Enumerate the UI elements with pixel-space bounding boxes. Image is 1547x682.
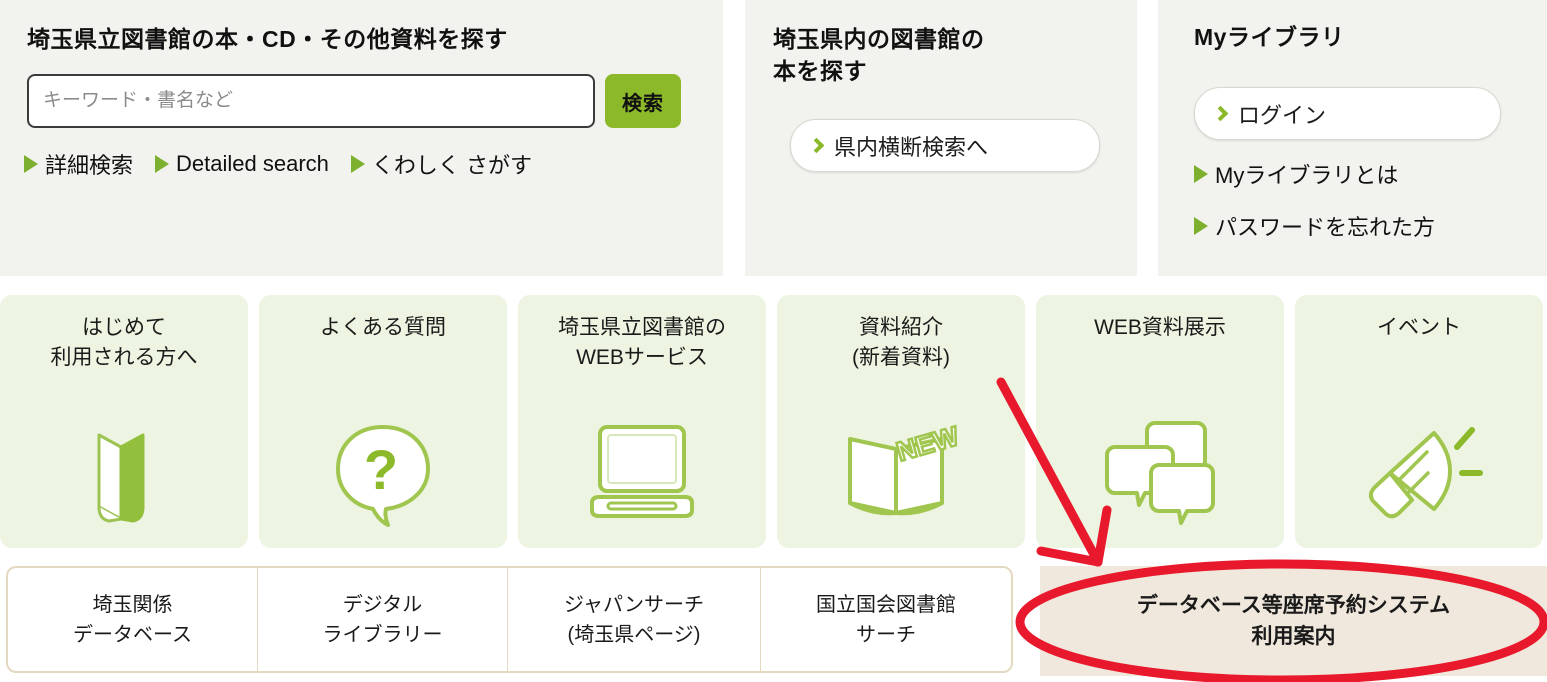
link-detailed-search-ja[interactable]: 詳細検索 (24, 148, 133, 180)
link-label: パスワードを忘れた方 (1215, 215, 1436, 240)
link-easy-search[interactable]: くわしく さがす (350, 148, 533, 180)
service-cards-row: はじめて 利用される方へ よくある質問 ? 埼玉県立図書館の WEBサービス 資… (0, 295, 1547, 548)
search-panel: 埼玉県立図書館の本・CD・その他資料を探す 検索 詳細検索 Detailed s… (0, 0, 723, 276)
search-button[interactable]: 検索 (605, 74, 681, 128)
link-label: Detailed search (176, 151, 329, 176)
link-what-is-mylibrary[interactable]: Myライブラリとは (1194, 158, 1435, 190)
button-label: ログイン (1238, 102, 1327, 128)
external-links-row: 埼玉関係 データベース デジタル ライブラリー ジャパンサーチ (埼玉県ページ)… (0, 566, 1547, 678)
link-saitama-database[interactable]: 埼玉関係 データベース (6, 566, 258, 673)
chevron-right-icon (808, 137, 825, 154)
card-web-service[interactable]: 埼玉県立図書館の WEBサービス (518, 295, 766, 548)
card-faq[interactable]: よくある質問 ? (259, 295, 507, 548)
search-form: 検索 (27, 74, 681, 128)
link-digital-library[interactable]: デジタル ライブラリー (257, 566, 508, 673)
card-label: WEB資料展示 (1094, 316, 1226, 339)
card-label: はじめて 利用される方へ (50, 316, 198, 370)
top-panels-row: 埼玉県立図書館の本・CD・その他資料を探す 検索 詳細検索 Detailed s… (0, 0, 1547, 276)
card-label: 埼玉県立図書館の WEBサービス (558, 316, 726, 370)
annotation-arrow-head-left (1036, 546, 1103, 567)
cross-prefecture-search-button[interactable]: 県内横断検索へ (790, 119, 1100, 172)
card-first-time-users[interactable]: はじめて 利用される方へ (0, 295, 248, 548)
login-button[interactable]: ログイン (1194, 87, 1501, 140)
card-web-exhibition[interactable]: WEB資料展示 (1036, 295, 1284, 548)
prefecture-search-panel: 埼玉県内の図書館の 本を探す 県内横断検索へ (745, 0, 1137, 276)
card-label: よくある質問 (320, 316, 446, 339)
mylibrary-sublinks: Myライブラリとは パスワードを忘れた方 (1194, 158, 1435, 242)
card-label: 資料紹介 (新着資料) (852, 316, 950, 370)
link-label: くわしく さがす (371, 153, 533, 178)
link-seat-reservation-system[interactable]: データベース等座席予約システム 利用案内 (1040, 566, 1547, 676)
triangle-right-icon (350, 155, 365, 173)
link-ndl-search[interactable]: 国立国会図書館 サーチ (760, 566, 1013, 673)
search-panel-title: 埼玉県立図書館の本・CD・その他資料を探す (27, 26, 508, 52)
triangle-right-icon (24, 155, 38, 173)
link-detailed-search-en[interactable]: Detailed search (155, 151, 329, 177)
chevron-right-icon (1212, 105, 1229, 122)
question-speech-bubble-icon: ? (318, 407, 448, 532)
library-portal-page: 埼玉県立図書館の本・CD・その他資料を探す 検索 詳細検索 Detailed s… (0, 0, 1547, 682)
mylibrary-panel: Myライブラリ ログイン Myライブラリとは パスワードを忘れた方 (1158, 0, 1547, 276)
chat-bubbles-icon (1095, 407, 1225, 532)
triangle-right-icon (155, 155, 170, 173)
search-sublinks: 詳細検索 Detailed search くわしく さがす (24, 148, 532, 180)
laptop-icon (577, 407, 707, 532)
link-japan-search[interactable]: ジャパンサーチ (埼玉県ページ) (507, 566, 761, 673)
card-events[interactable]: イベント (1295, 295, 1543, 548)
link-forgot-password[interactable]: パスワードを忘れた方 (1194, 210, 1435, 242)
triangle-right-icon (1194, 217, 1208, 235)
open-book-new-badge-icon: NEW (836, 407, 966, 532)
mylibrary-panel-title: Myライブラリ (1194, 24, 1345, 50)
svg-text:?: ? (364, 438, 398, 501)
search-input[interactable] (27, 74, 595, 128)
link-label: Myライブラリとは (1215, 163, 1399, 188)
link-label: 詳細検索 (45, 153, 134, 178)
triangle-right-icon (1194, 165, 1208, 183)
megaphone-icon (1354, 407, 1484, 532)
card-new-materials[interactable]: 資料紹介 (新着資料) NEW (777, 295, 1025, 548)
prefecture-panel-title: 埼玉県内の図書館の 本を探す (773, 26, 985, 84)
open-book-bookmark-icon (59, 407, 189, 532)
button-label: 県内横断検索へ (834, 134, 989, 160)
card-label: イベント (1377, 316, 1461, 339)
